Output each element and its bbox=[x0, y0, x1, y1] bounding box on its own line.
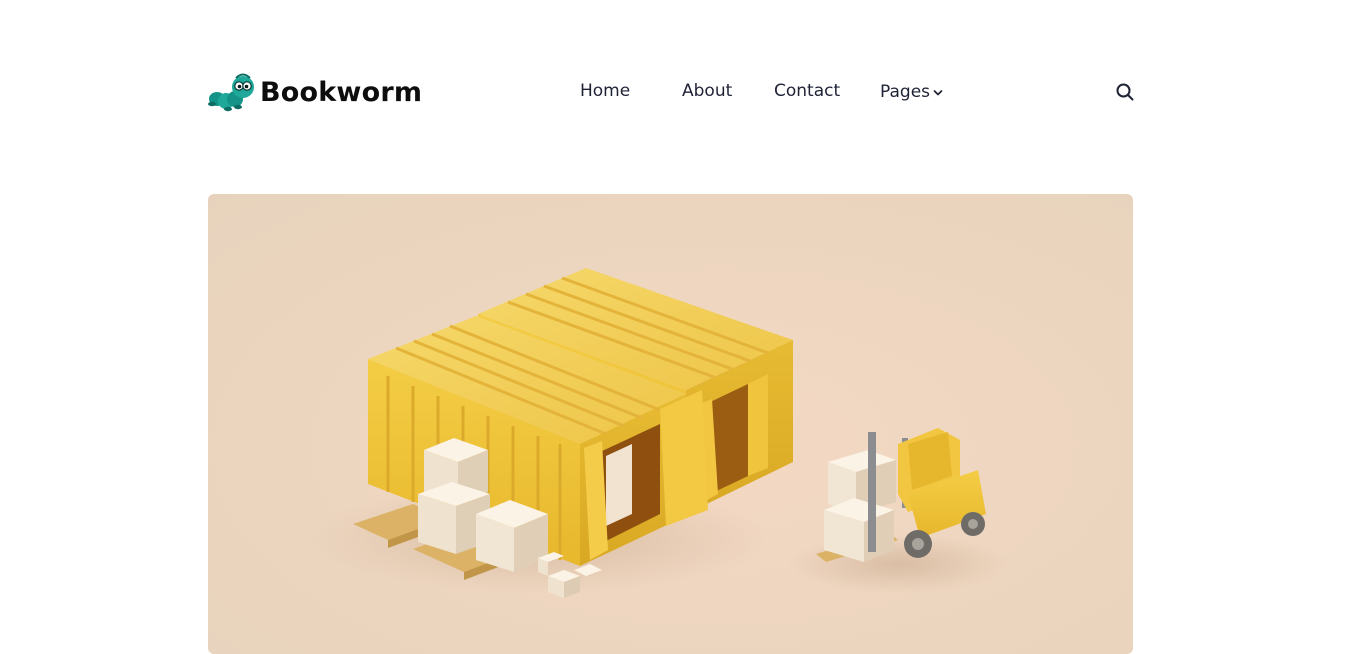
nav-home[interactable]: Home bbox=[580, 81, 630, 101]
main-nav: Home About Contact Pages bbox=[208, 70, 1133, 114]
nav-pages-label: Pages bbox=[880, 81, 931, 102]
search-button[interactable] bbox=[1114, 82, 1136, 104]
site-header: Bookworm Home About Contact Pages bbox=[208, 70, 1136, 114]
search-icon bbox=[1115, 83, 1135, 105]
nav-contact[interactable]: Contact bbox=[774, 81, 840, 101]
chevron-down-icon bbox=[933, 82, 943, 102]
hero-illustration bbox=[308, 268, 1008, 598]
hero-image bbox=[208, 194, 1133, 654]
nav-pages-dropdown[interactable]: Pages bbox=[880, 81, 943, 102]
nav-about[interactable]: About bbox=[682, 81, 732, 101]
